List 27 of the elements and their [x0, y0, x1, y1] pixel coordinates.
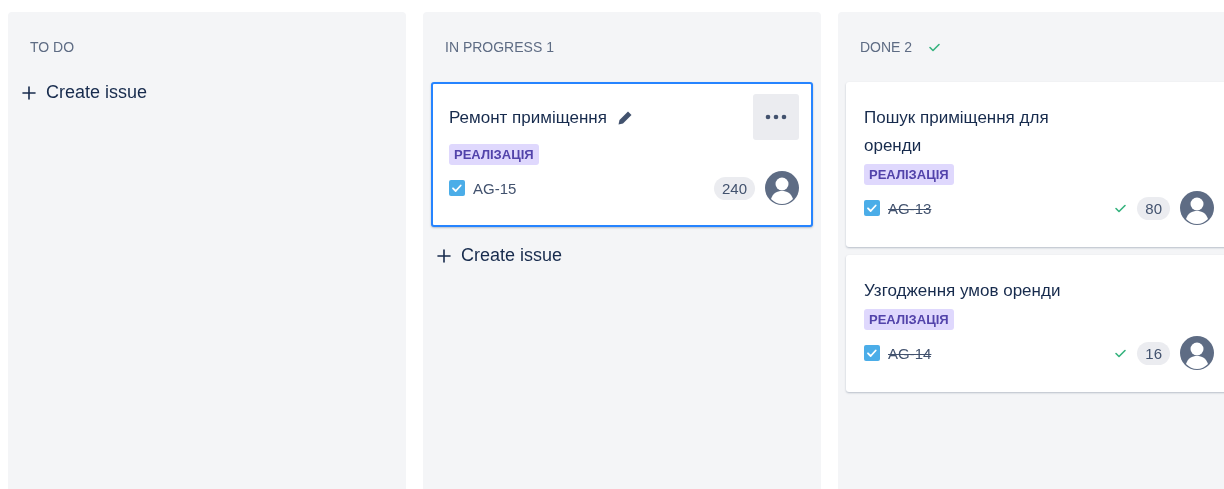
issue-card[interactable]: Пошук приміщення для оренди РЕАЛІЗАЦІЯ AG-13 80 — [846, 82, 1224, 247]
plus-icon — [22, 85, 36, 100]
column-title: DONE 2 — [860, 39, 913, 55]
column-title: IN PROGRESS 1 — [445, 39, 554, 55]
story-points: 80 — [1137, 196, 1170, 220]
epic-label: РЕАЛІЗАЦІЯ — [864, 164, 954, 185]
issue-title: Ремонт приміщення — [449, 107, 607, 129]
issue-card[interactable]: Узгодження умов оренди РЕАЛІЗАЦІЯ AG-14 16 — [846, 255, 1224, 392]
issue-key[interactable]: AG-14 — [888, 344, 932, 362]
story-points: 240 — [713, 176, 755, 200]
avatar-icon — [765, 171, 799, 205]
avatar-icon — [1180, 336, 1214, 370]
issue-title: Узгодження умов оренди — [864, 280, 1061, 302]
story-points: 16 — [1137, 341, 1170, 365]
avatar-icon — [1180, 191, 1214, 225]
issue-key[interactable]: AG-13 — [888, 199, 932, 217]
create-issue-button[interactable]: Create issue — [431, 235, 569, 276]
more-button[interactable] — [753, 94, 799, 140]
issue-card[interactable]: Ремонт приміщення РЕАЛІЗАЦІЯ AG-15 240 — [431, 82, 813, 227]
epic-label: РЕАЛІЗАЦІЯ — [864, 309, 954, 330]
column-title: TO DO — [30, 39, 75, 55]
epic-label: РЕАЛІЗАЦІЯ — [449, 144, 539, 165]
issue-key[interactable]: AG-15 — [473, 179, 517, 197]
plus-icon — [437, 248, 451, 263]
more-icon — [765, 114, 787, 120]
issue-title: Пошук приміщення для оренди — [864, 107, 1050, 157]
create-issue-button[interactable]: Create issue — [16, 72, 154, 113]
